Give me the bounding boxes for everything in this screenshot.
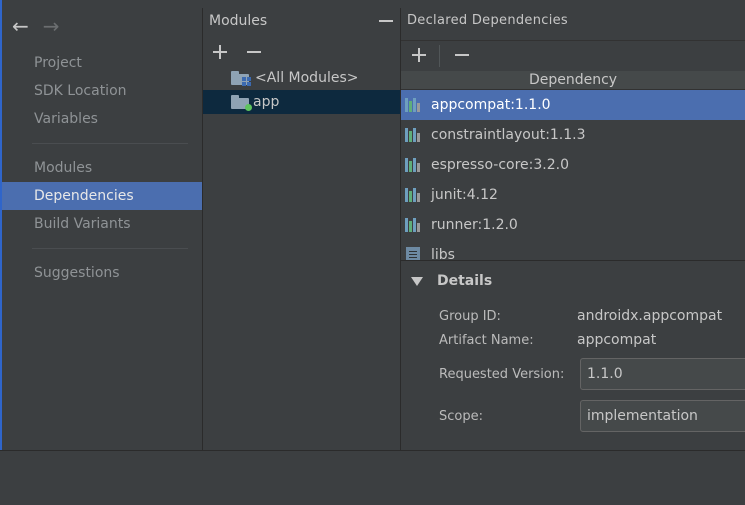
collapse-triangle-icon[interactable] bbox=[411, 276, 423, 286]
all-modules-folder-icon bbox=[231, 71, 251, 86]
nav-arrows: ← → bbox=[12, 16, 60, 38]
group-id-value: androidx.appcompat bbox=[577, 308, 723, 324]
module-label: <All Modules> bbox=[255, 70, 359, 86]
add-module-icon[interactable] bbox=[210, 42, 230, 62]
library-icon bbox=[405, 128, 423, 142]
library-icon bbox=[405, 98, 423, 112]
details-section: Details Group ID: androidx.appcompat Art… bbox=[401, 261, 745, 450]
dependency-row[interactable]: junit:4.12 bbox=[401, 180, 745, 210]
module-item-app[interactable]: app bbox=[203, 90, 400, 114]
module-label: app bbox=[253, 94, 280, 110]
dependency-label: constraintlayout:1.1.3 bbox=[431, 127, 586, 143]
artifact-name-label: Artifact Name: bbox=[439, 333, 534, 348]
requested-version-label: Requested Version: bbox=[439, 367, 565, 382]
scope-field[interactable]: implementation bbox=[580, 400, 745, 432]
details-title: Details bbox=[437, 273, 493, 289]
dependencies-toolbar bbox=[401, 40, 745, 70]
dependency-label: runner:1.2.0 bbox=[431, 217, 518, 233]
modules-header: Modules bbox=[203, 8, 400, 34]
dependencies-panel: Declared Dependencies Dependency appcomp… bbox=[401, 8, 745, 450]
nav-item-modules[interactable]: Modules bbox=[2, 154, 202, 182]
top-strip bbox=[2, 0, 745, 8]
add-dependency-icon[interactable] bbox=[409, 45, 429, 65]
nav-divider bbox=[32, 143, 188, 144]
back-arrow-icon[interactable]: ← bbox=[12, 16, 29, 38]
dependency-label: espresso-core:3.2.0 bbox=[431, 157, 569, 173]
nav-item-suggestions[interactable]: Suggestions bbox=[2, 259, 202, 287]
dependency-row[interactable]: constraintlayout:1.1.3 bbox=[401, 120, 745, 150]
collapse-modules-icon[interactable] bbox=[378, 13, 394, 29]
module-item-all-modules[interactable]: <All Modules> bbox=[203, 66, 400, 90]
dependency-label: junit:4.12 bbox=[431, 187, 498, 203]
group-id-label: Group ID: bbox=[439, 309, 501, 324]
scope-label: Scope: bbox=[439, 409, 483, 424]
remove-dependency-icon[interactable] bbox=[452, 45, 472, 65]
dependency-label: libs bbox=[431, 247, 455, 260]
nav-item-dependencies[interactable]: Dependencies bbox=[2, 182, 202, 210]
dependencies-header: Declared Dependencies bbox=[401, 8, 745, 34]
nav-item-sdk-location[interactable]: SDK Location bbox=[2, 77, 202, 105]
library-icon bbox=[405, 188, 423, 202]
dependency-column-header[interactable]: Dependency bbox=[401, 71, 745, 90]
dependency-row[interactable]: runner:1.2.0 bbox=[401, 210, 745, 240]
app-module-folder-icon bbox=[231, 95, 252, 111]
remove-module-icon[interactable] bbox=[244, 42, 264, 62]
details-header[interactable]: Details bbox=[411, 273, 492, 289]
modules-title: Modules bbox=[209, 13, 268, 29]
modules-toolbar bbox=[203, 38, 400, 66]
nav-divider bbox=[32, 248, 188, 249]
nav-item-project[interactable]: Project bbox=[2, 49, 202, 77]
bottom-bar bbox=[0, 450, 745, 505]
library-icon bbox=[405, 218, 423, 232]
project-structure-dialog: ← → Project SDK Location Variables Modul… bbox=[0, 0, 745, 505]
nav-item-variables[interactable]: Variables bbox=[2, 105, 202, 133]
dependency-label: appcompat:1.1.0 bbox=[431, 97, 551, 113]
jar-library-icon bbox=[406, 247, 420, 260]
dependency-row[interactable]: espresso-core:3.2.0 bbox=[401, 150, 745, 180]
toolbar-separator bbox=[439, 45, 440, 67]
nav-sidebar: ← → Project SDK Location Variables Modul… bbox=[2, 8, 202, 450]
artifact-name-value: appcompat bbox=[577, 332, 657, 348]
forward-arrow-icon[interactable]: → bbox=[43, 16, 60, 38]
library-icon bbox=[405, 158, 423, 172]
requested-version-field[interactable]: 1.1.0 bbox=[580, 358, 745, 390]
modules-panel: Modules <All Modules> app bbox=[203, 8, 400, 450]
dependency-row[interactable]: libs bbox=[401, 240, 745, 260]
dependency-row[interactable]: appcompat:1.1.0 bbox=[401, 90, 745, 120]
nav-item-build-variants[interactable]: Build Variants bbox=[2, 210, 202, 238]
